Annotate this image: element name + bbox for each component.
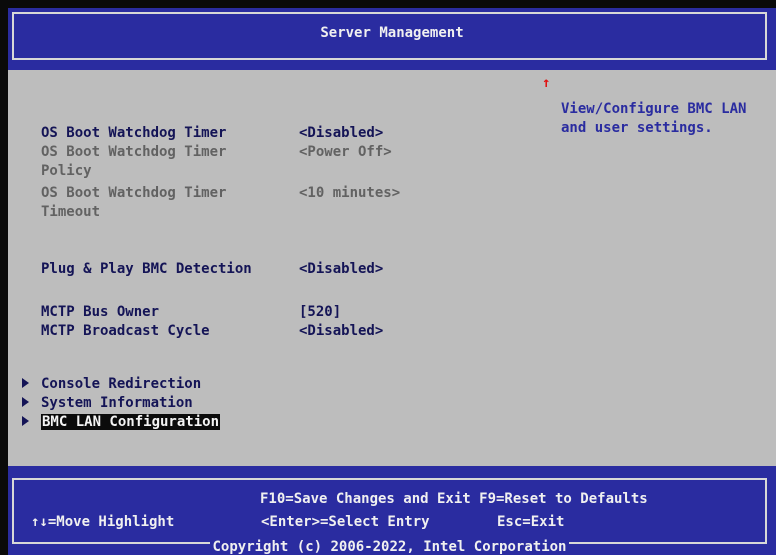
submenu-console-redirection[interactable]: Console Redirection <box>22 375 201 394</box>
os-boot-watchdog-timer-policy-value: <Power Off> <box>299 144 392 160</box>
mctp-broadcast-cycle-value[interactable]: <Disabled> <box>299 322 383 341</box>
copyright-line: Copyright (c) 2006-2022, Intel Corporati… <box>8 536 771 555</box>
mctp-broadcast-cycle-label[interactable]: MCTP Broadcast Cycle <box>41 322 210 341</box>
mctp-bus-owner-label[interactable]: MCTP Bus Owner <box>41 303 159 322</box>
esc-exit-hint: Esc=Exit <box>497 514 565 530</box>
copyright-text: Copyright (c) 2006-2022, Intel Corporati… <box>210 539 569 555</box>
plug-and-play-bmc-detection-label[interactable]: Plug & Play BMC Detection <box>41 260 252 279</box>
header-bar: Server Management <box>8 8 776 64</box>
settings-panel: ↑ OS Boot Watchdog Timer <Disabled> OS B… <box>8 70 776 466</box>
submenu-arrow-icon <box>22 397 29 407</box>
os-boot-watchdog-timer-timeout-value: <10 minutes> <box>299 185 401 201</box>
bios-screen: Server Management ↑ OS Boot Watchdog Tim… <box>8 8 776 555</box>
os-boot-watchdog-timer-policy-label: OS Boot Watchdog Timer Policy <box>41 144 227 179</box>
save-reset-hint: F10=Save Changes and Exit F9=Reset to De… <box>260 491 648 507</box>
footer-bar: F10=Save Changes and Exit F9=Reset to De… <box>8 468 776 555</box>
page-title: Server Management <box>320 25 464 41</box>
submenu-label-highlighted: BMC LAN Configuration <box>41 414 221 430</box>
select-entry-hint: <Enter>=Select Entry <box>261 514 430 530</box>
mctp-bus-owner-value[interactable]: [520] <box>299 303 341 322</box>
scroll-up-arrow-icon: ↑ <box>542 75 551 91</box>
plug-and-play-bmc-detection-value[interactable]: <Disabled> <box>299 260 383 279</box>
help-text: View/Configure BMC LAN and user settings… <box>561 101 747 136</box>
move-highlight-hint: ↑↓=Move Highlight <box>31 514 175 530</box>
os-boot-watchdog-timer-value[interactable]: <Disabled> <box>299 124 383 143</box>
os-boot-watchdog-timer-timeout-label: OS Boot Watchdog Timer Timeout <box>41 185 227 220</box>
submenu-label: Console Redirection <box>41 376 202 392</box>
submenu-label: System Information <box>41 395 193 411</box>
submenu-system-information[interactable]: System Information <box>22 394 193 413</box>
os-boot-watchdog-timer-label[interactable]: OS Boot Watchdog Timer <box>41 124 226 143</box>
submenu-arrow-icon <box>22 378 29 388</box>
submenu-arrow-icon <box>22 416 29 426</box>
submenu-bmc-lan-configuration[interactable]: BMC LAN Configuration <box>22 413 221 432</box>
footer-frame <box>12 478 767 544</box>
